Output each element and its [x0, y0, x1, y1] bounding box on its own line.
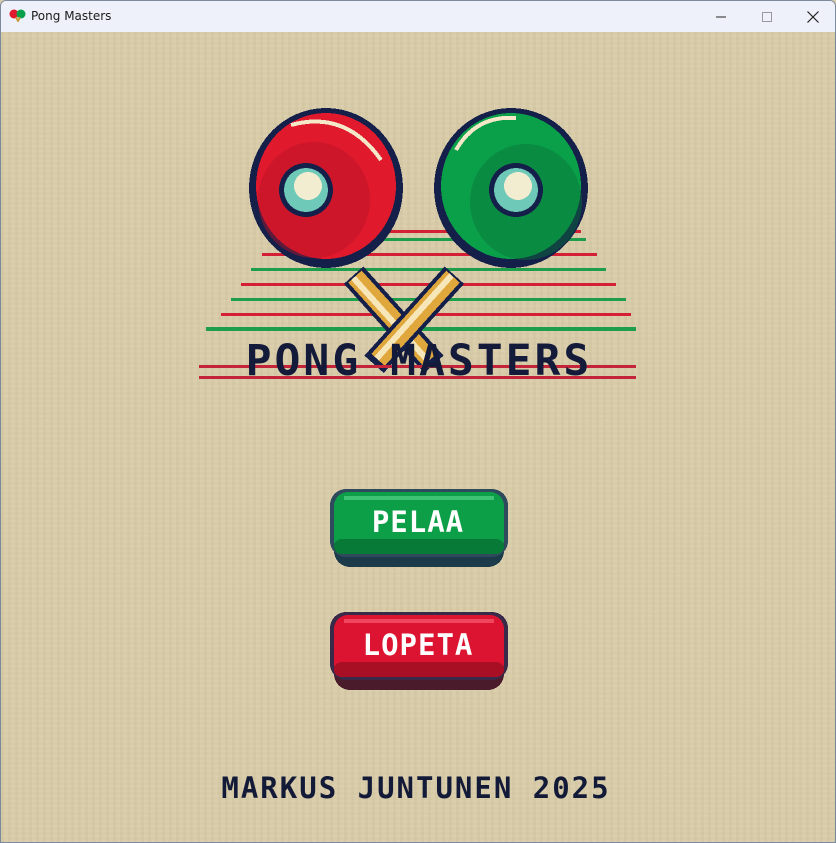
window-title: Pong Masters: [31, 9, 112, 23]
play-button[interactable]: PELAA: [330, 489, 508, 567]
ping-pong-paddles-icon: [9, 9, 26, 23]
quit-button[interactable]: LOPETA: [330, 612, 508, 690]
green-paddle-icon: [434, 108, 588, 268]
maximize-button[interactable]: [744, 1, 790, 32]
credits-text: MARKUS JUNTUNEN 2025: [221, 771, 611, 805]
minimize-icon: [716, 16, 726, 17]
close-button[interactable]: [790, 1, 835, 32]
red-paddle-icon: [249, 108, 403, 268]
title-bar[interactable]: Pong Masters: [1, 1, 835, 32]
quit-button-label: LOPETA: [362, 628, 474, 662]
maximize-icon: [762, 11, 772, 22]
minimize-button[interactable]: [698, 1, 744, 32]
game-title: PONG MASTERS: [245, 336, 593, 386]
close-icon: [807, 10, 819, 23]
main-menu: PONG MASTERS PELAA LOPETA MARKUS JUNTUNE…: [1, 32, 835, 842]
play-button-label: PELAA: [371, 505, 465, 539]
app-window: Pong Masters PONG MASTERS PELAA LOPETA M…: [0, 0, 836, 843]
